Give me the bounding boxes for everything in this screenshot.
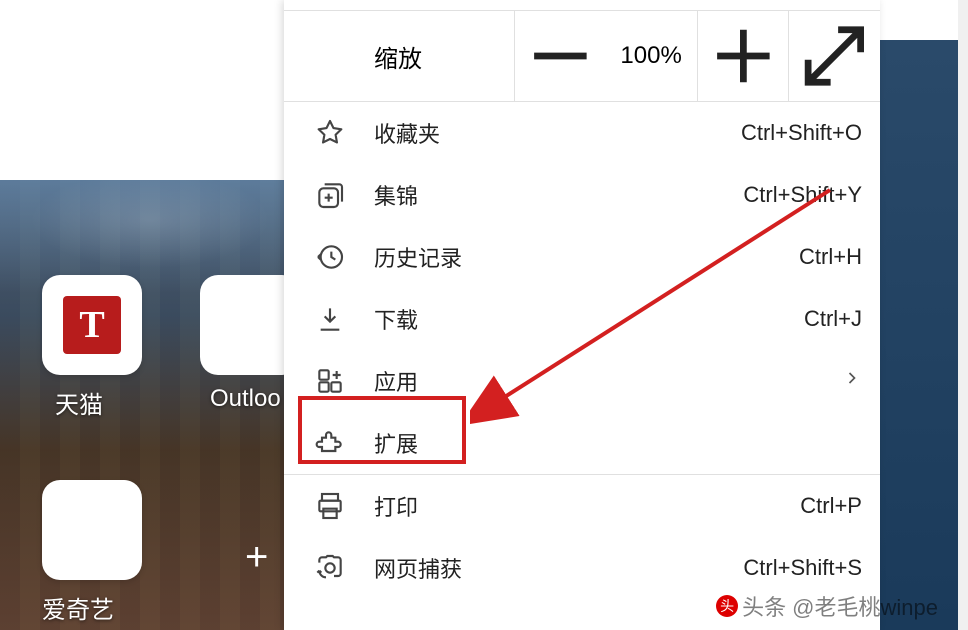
menu-item-truncated[interactable] [284,0,880,10]
menu-item-favorites[interactable]: 收藏夹 Ctrl+Shift+O [284,102,880,164]
tmall-icon: T [63,296,121,354]
scrollbar[interactable] [958,0,968,630]
menu-item-collections[interactable]: 集锦 Ctrl+Shift+Y [284,164,880,226]
extension-icon [314,427,346,459]
menu-shortcut: Ctrl+Shift+Y [743,182,862,208]
tile-iqiyi[interactable] [42,480,142,580]
menu-shortcut: Ctrl+J [804,306,862,332]
fullscreen-button[interactable] [788,11,880,101]
menu-label: 下载 [374,303,418,335]
zoom-in-button[interactable] [697,11,789,101]
menu-shortcut: Ctrl+Shift+S [743,555,862,581]
zoom-value: 100% [606,11,697,101]
collections-icon [314,179,346,211]
menu-label: 打印 [374,490,418,522]
menu-label: 应用 [374,365,418,397]
tile-tmall[interactable]: T [42,275,142,375]
chevron-right-icon [842,368,862,394]
apps-icon [314,365,346,397]
watermark: 头头条 @老毛桃winpe [716,590,938,622]
menu-label: 历史记录 [374,241,462,273]
menu-shortcut: Ctrl+H [799,244,862,270]
print-icon [314,490,346,522]
tile-label-tmall: 天猫 [55,385,103,420]
tile-label-outlook: Outloo [210,385,281,413]
menu-item-history[interactable]: 历史记录 Ctrl+H [284,226,880,288]
menu-label: 网页捕获 [374,552,462,584]
menu-zoom-row: 缩放 100% [284,11,880,101]
history-icon [314,241,346,273]
menu-item-print[interactable]: 打印 Ctrl+P [284,475,880,537]
menu-shortcut: Ctrl+P [800,493,862,519]
menu-item-apps[interactable]: 应用 [284,350,880,412]
menu-label: 扩展 [374,427,418,459]
download-icon [314,303,346,335]
zoom-label: 缩放 [374,39,514,74]
zoom-out-button[interactable] [515,11,606,101]
menu-item-downloads[interactable]: 下载 Ctrl+J [284,288,880,350]
menu-label: 收藏夹 [374,117,440,149]
menu-label: 集锦 [374,179,418,211]
tile-label-iqiyi: 爱奇艺 [42,590,114,625]
menu-shortcut: Ctrl+Shift+O [741,120,862,146]
webcapture-icon [314,552,346,584]
menu-item-extensions[interactable]: 扩展 [284,412,880,474]
settings-menu: 缩放 100% 收藏夹 Ctrl+Shift+O [284,0,880,630]
add-tile-button[interactable]: + [245,535,268,580]
star-icon [314,117,346,149]
